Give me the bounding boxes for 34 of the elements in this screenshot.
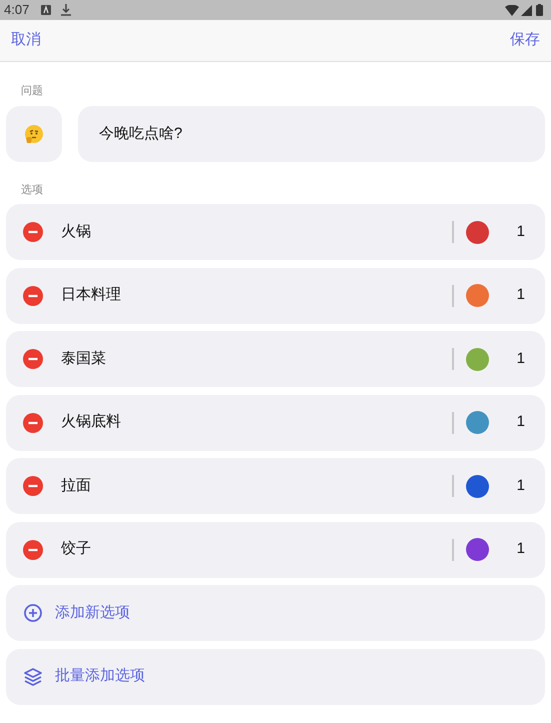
remove-icon[interactable]: [23, 540, 43, 560]
app-notification-icon: [41, 5, 52, 15]
option-name[interactable]: 泰国菜: [61, 348, 452, 370]
option-count[interactable]: 1: [516, 348, 525, 370]
option-name[interactable]: 饺子: [61, 538, 452, 561]
question-field[interactable]: 今晚吃点啥?: [78, 106, 545, 162]
add-circle-icon: [23, 603, 43, 623]
option-count[interactable]: 1: [516, 411, 525, 434]
option-name[interactable]: 拉面: [61, 474, 452, 498]
option-count[interactable]: 1: [516, 220, 525, 244]
option-count[interactable]: 1: [516, 284, 525, 307]
save-button[interactable]: 保存: [510, 29, 540, 52]
thinking-face-icon: [24, 124, 44, 144]
option-name[interactable]: 日本料理: [61, 284, 452, 307]
status-time: 4:07: [4, 1, 30, 20]
download-icon: [61, 4, 72, 16]
remove-icon[interactable]: [23, 349, 43, 369]
section-label: 选项: [21, 183, 44, 197]
wifi-icon: [505, 4, 519, 16]
layers-icon: [23, 666, 43, 686]
action-button[interactable]: 添加新选项: [6, 585, 545, 641]
remove-icon[interactable]: [23, 222, 43, 242]
action-button[interactable]: 批量添加选项: [6, 648, 545, 704]
remove-icon[interactable]: [23, 412, 43, 432]
cancel-button[interactable]: 取消: [11, 29, 41, 52]
option-count[interactable]: 1: [516, 538, 525, 561]
battery-icon: [536, 4, 543, 16]
signal-icon: [521, 4, 532, 16]
option-name[interactable]: 火锅底料: [61, 411, 452, 434]
remove-icon[interactable]: [23, 286, 43, 306]
option-name[interactable]: 火锅: [61, 220, 452, 244]
option-count[interactable]: 1: [516, 474, 525, 498]
remove-icon[interactable]: [23, 476, 43, 496]
section-label: 问题: [21, 84, 44, 98]
